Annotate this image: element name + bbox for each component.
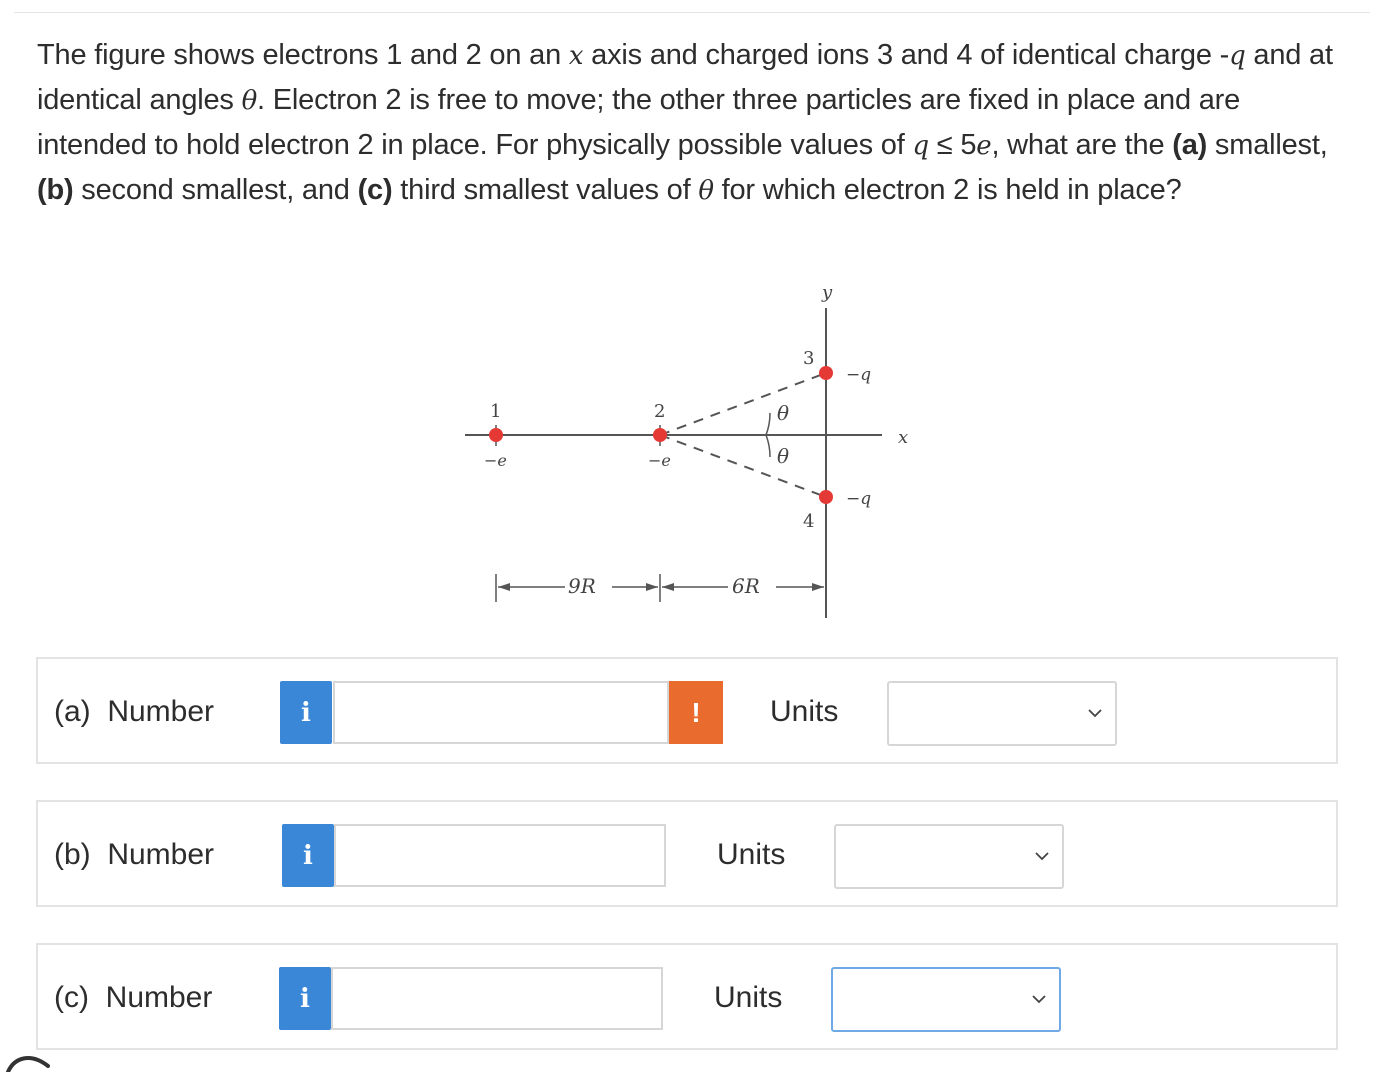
electron-2-label: 2 bbox=[654, 401, 665, 422]
chevron-down-icon bbox=[1035, 852, 1049, 861]
theta-arc-upper bbox=[765, 412, 771, 436]
theta-lower-label: θ bbox=[777, 444, 789, 468]
dim-arrow-9r-right bbox=[646, 583, 658, 591]
question-fragment: θ bbox=[241, 86, 258, 116]
units-a-label: Units bbox=[770, 695, 839, 728]
chevron-down-icon bbox=[1032, 995, 1046, 1004]
info-icon[interactable]: i bbox=[279, 967, 331, 1030]
question-fragment: (b) bbox=[37, 174, 74, 206]
answer-c-input[interactable] bbox=[331, 967, 663, 1030]
dim-arrow-6r-right bbox=[812, 583, 824, 591]
question-fragment: smallest, bbox=[1207, 129, 1328, 161]
question-fragment: ≤ 5 bbox=[928, 129, 977, 161]
question-fragment: third smallest values of bbox=[392, 174, 699, 206]
question-fragment: x bbox=[568, 41, 584, 71]
ion-3-label: 3 bbox=[803, 348, 814, 369]
question-fragment: axis and charged ions 3 and 4 of identic… bbox=[583, 39, 1230, 71]
units-c-label: Units bbox=[714, 981, 783, 1014]
answer-row-b: (b) Number i Units bbox=[36, 800, 1338, 907]
units-b-select[interactable] bbox=[834, 824, 1064, 889]
electron-1-charge: −e bbox=[484, 451, 507, 470]
distance-9r-label: 9R bbox=[568, 574, 596, 598]
question-text: The figure shows electrons 1 and 2 on an… bbox=[37, 33, 1347, 213]
electron-2-charge: −e bbox=[648, 451, 671, 470]
question-fragment: θ bbox=[698, 176, 714, 206]
question-fragment: q bbox=[912, 131, 929, 161]
theta-upper-label: θ bbox=[777, 401, 789, 425]
info-icon[interactable]: i bbox=[282, 824, 334, 887]
x-axis-label: x bbox=[898, 427, 908, 448]
answer-b-input[interactable] bbox=[334, 824, 666, 887]
answer-row-a: (a) Number i ! Units bbox=[36, 657, 1338, 764]
electron-1-label: 1 bbox=[490, 401, 501, 422]
dim-arrow-6r-left bbox=[662, 583, 674, 591]
dashed-line-to-ion3 bbox=[659, 372, 827, 436]
ion-4 bbox=[819, 490, 833, 504]
distance-6r-label: 6R bbox=[732, 574, 760, 598]
units-c-select[interactable] bbox=[831, 967, 1061, 1032]
warning-icon[interactable]: ! bbox=[669, 681, 723, 744]
question-fragment: second smallest, and bbox=[73, 174, 358, 206]
ion-4-label: 4 bbox=[803, 511, 814, 532]
top-divider bbox=[14, 12, 1370, 13]
ion-3-charge: −q bbox=[846, 365, 871, 385]
question-fragment: e bbox=[976, 131, 992, 161]
answer-row-c: (c) Number i Units bbox=[36, 943, 1338, 1050]
question-fragment: (c) bbox=[357, 174, 393, 206]
chevron-down-icon bbox=[1088, 709, 1102, 718]
question-fragment: for which electron 2 is held in place? bbox=[713, 174, 1182, 206]
units-a-select[interactable] bbox=[887, 681, 1117, 746]
info-icon[interactable]: i bbox=[280, 681, 332, 744]
question-fragment: q bbox=[1229, 41, 1246, 71]
ion-4-charge: −q bbox=[846, 489, 871, 509]
answer-a-input[interactable] bbox=[333, 681, 669, 744]
theta-arc-lower bbox=[765, 434, 771, 458]
question-fragment: , what are the bbox=[991, 129, 1173, 161]
electron-1 bbox=[489, 428, 503, 442]
question-fragment: The figure shows electrons 1 and 2 on an bbox=[37, 39, 569, 71]
electron-2 bbox=[653, 428, 667, 442]
ion-3 bbox=[819, 366, 833, 380]
row-b-label: (b) Number bbox=[54, 838, 215, 871]
units-b-label: Units bbox=[717, 838, 786, 871]
dashed-line-to-ion4 bbox=[659, 434, 827, 498]
question-fragment: (a) bbox=[1172, 129, 1208, 161]
dim-arrow-9r-left bbox=[498, 583, 510, 591]
figure-diagram: y x θ θ 1 −e 2 −e 3 −q 4 −q 9R 6R bbox=[465, 282, 908, 618]
row-c-label: (c) Number bbox=[54, 981, 213, 1014]
row-a-label: (a) Number bbox=[54, 695, 215, 728]
pen-stroke-icon bbox=[6, 1056, 50, 1072]
y-axis-label: y bbox=[821, 282, 833, 303]
